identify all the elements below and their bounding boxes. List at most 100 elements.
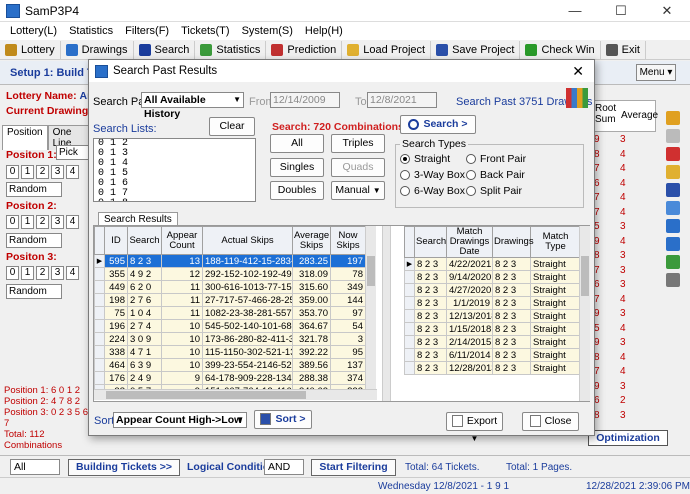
results-row[interactable]: 1762 4 9964-178-909-228-134-48-1288.3837… [94, 371, 366, 385]
menu-filters[interactable]: Filters(F) [119, 25, 175, 37]
type-back-pair-radio[interactable]: Back Pair [466, 169, 525, 181]
toolbar-exit-button[interactable]: Exit [601, 40, 646, 59]
results-row[interactable]: ▶5958 2 313188-119-412-15-283-911283.251… [94, 254, 366, 268]
num-box[interactable]: 3 [51, 266, 64, 280]
search-button[interactable]: Search > [400, 115, 476, 134]
copy-icon[interactable] [666, 201, 680, 215]
optimization-button[interactable]: Optimization [588, 430, 668, 446]
add-icon[interactable] [666, 219, 680, 233]
search-list-textarea[interactable]: 0 1 20 1 30 1 40 1 50 1 60 1 70 1 8 [93, 138, 256, 202]
maximize-button[interactable]: ☐ [598, 3, 644, 19]
chart-icon[interactable] [566, 88, 588, 108]
toolbar-prediction-button[interactable]: Prediction [266, 40, 343, 59]
bell-icon[interactable] [666, 111, 680, 125]
tab-search-results[interactable]: Search Results [98, 212, 178, 226]
num-box[interactable]: 1 [21, 266, 34, 280]
pointer-icon[interactable] [666, 129, 680, 143]
manual-button[interactable]: Manual ▼ [331, 181, 385, 200]
results-vertical-scrollbar[interactable] [365, 226, 376, 389]
match-row[interactable]: 8 2 3 2/14/2015 8 2 3 Straight [404, 335, 581, 349]
num-box[interactable]: 0 [6, 266, 19, 280]
num-box[interactable]: 4 [66, 165, 79, 179]
type-front-pair-radio[interactable]: Front Pair [466, 153, 526, 165]
type-3-way-box-radio[interactable]: 3-Way Box [400, 169, 465, 181]
dialog-close-icon[interactable]: ✕ [572, 63, 584, 80]
type-straight-radio[interactable]: Straight [400, 153, 450, 165]
toolbar-check-win-button[interactable]: Check Win [520, 40, 601, 59]
logical-condition-select[interactable]: AND [264, 459, 304, 475]
quads-button[interactable]: Quads [331, 158, 385, 177]
match-row[interactable]: 8 2 3 4/27/2020 8 2 3 Straight [404, 283, 581, 297]
num-box[interactable]: 2 [36, 165, 49, 179]
singles-button[interactable]: Singles [270, 158, 324, 177]
to-date-field[interactable]: 12/8/2021 [367, 92, 437, 108]
delete-icon[interactable] [666, 147, 680, 161]
toolbar-load-project-button[interactable]: Load Project [342, 40, 432, 59]
save-icon[interactable] [666, 183, 680, 197]
folder-icon[interactable] [666, 165, 680, 179]
num-box[interactable]: 3 [51, 165, 64, 179]
triples-button[interactable]: Triples [331, 134, 385, 153]
results-row[interactable]: 3384 7 110115-1150-302-521-136-1392.2295 [94, 345, 366, 359]
match-row[interactable]: 8 2 3 1/1/2019 8 2 3 Straight [404, 296, 581, 310]
match-row[interactable]: 8 2 3 6/11/2014 8 2 3 Straight [404, 348, 581, 362]
column-header[interactable]: Match Drawings Date [446, 226, 493, 258]
close-button[interactable]: ✕ [644, 3, 690, 19]
column-header[interactable]: ID [104, 226, 128, 255]
toolbar-lottery-button[interactable]: Lottery [0, 40, 61, 59]
from-date-field[interactable]: 12/14/2009 [270, 92, 340, 108]
results-row[interactable]: 2243 0 910173-86-280-82-411-392-1321.783 [94, 332, 366, 346]
column-header[interactable]: Match Type [530, 226, 581, 258]
num-box[interactable]: 2 [36, 266, 49, 280]
minimize-button[interactable]: — [552, 3, 598, 19]
num-box[interactable]: 1 [21, 165, 34, 179]
match-row[interactable]: 8 2 3 12/13/2018 8 2 3 Straight [404, 309, 581, 323]
menu-statistics[interactable]: Statistics [63, 25, 119, 37]
column-header[interactable]: Search [127, 226, 162, 255]
num-box[interactable]: 1 [21, 215, 34, 229]
column-header[interactable]: Drawings [492, 226, 534, 258]
match-row[interactable]: ▶ 8 2 3 4/22/2021 8 2 3 Straight [404, 257, 581, 271]
search-past-select[interactable]: All Available History ▼ [141, 92, 244, 120]
random-select[interactable]: Random [6, 233, 62, 248]
num-box[interactable]: 4 [66, 215, 79, 229]
num-box[interactable]: 3 [51, 215, 64, 229]
results-row[interactable]: 751 0 4111082-23-38-281-557-347353.7097 [94, 306, 366, 320]
results-row[interactable]: 1982 7 61127-717-57-466-28-258-1359.0014… [94, 293, 366, 307]
print-icon[interactable] [666, 273, 680, 287]
toolbar-drawings-button[interactable]: Drawings [61, 40, 134, 59]
match-row[interactable]: 8 2 3 12/28/2013 8 2 3 Straight [404, 361, 581, 375]
column-header[interactable]: Average Skips [292, 226, 331, 255]
building-tickets-button[interactable]: Building Tickets >> [68, 459, 180, 476]
close-dialog-button[interactable]: Close [522, 412, 579, 431]
results-row[interactable]: 1962 7 410545-502-140-101-681-75364.6754 [94, 319, 366, 333]
tab-position[interactable]: Position [2, 125, 48, 150]
num-box[interactable]: 0 [6, 215, 19, 229]
column-header[interactable]: Appear Count [161, 226, 203, 255]
random-select[interactable]: Random [6, 284, 62, 299]
toolbar-search-button[interactable]: Search [134, 40, 196, 59]
sort-button[interactable]: Sort > [254, 410, 312, 429]
refresh-icon[interactable] [666, 255, 680, 269]
column-header[interactable]: Now Skips [330, 226, 366, 255]
type-split-pair-radio[interactable]: Split Pair [466, 185, 522, 197]
export-button[interactable]: Export ▼ [446, 412, 503, 443]
menu-lottery[interactable]: Lottery(L) [4, 25, 63, 37]
random-select[interactable]: Random [6, 182, 62, 197]
type-6-way-box-radio[interactable]: 6-Way Box [400, 185, 465, 197]
sort-select[interactable]: Appear Count High->Low ▼ [113, 412, 247, 428]
toolbar-statistics-button[interactable]: Statistics [195, 40, 267, 59]
num-box[interactable]: 0 [6, 165, 19, 179]
column-header[interactable]: Search [414, 226, 447, 258]
filter-select[interactable]: All [10, 459, 60, 475]
toolbar-save-project-button[interactable]: Save Project [431, 40, 521, 59]
remove-icon[interactable] [666, 237, 680, 251]
num-box[interactable]: 4 [66, 266, 79, 280]
clear-button[interactable]: Clear [209, 117, 255, 136]
match-row[interactable]: 8 2 3 9/14/2020 8 2 3 Straight [404, 270, 581, 284]
start-filtering-button[interactable]: Start Filtering >> [311, 459, 396, 488]
num-box[interactable]: 2 [36, 215, 49, 229]
all-button[interactable]: All [270, 134, 324, 153]
doubles-button[interactable]: Doubles [270, 181, 324, 200]
menu-tickets[interactable]: Tickets(T) [175, 25, 235, 37]
